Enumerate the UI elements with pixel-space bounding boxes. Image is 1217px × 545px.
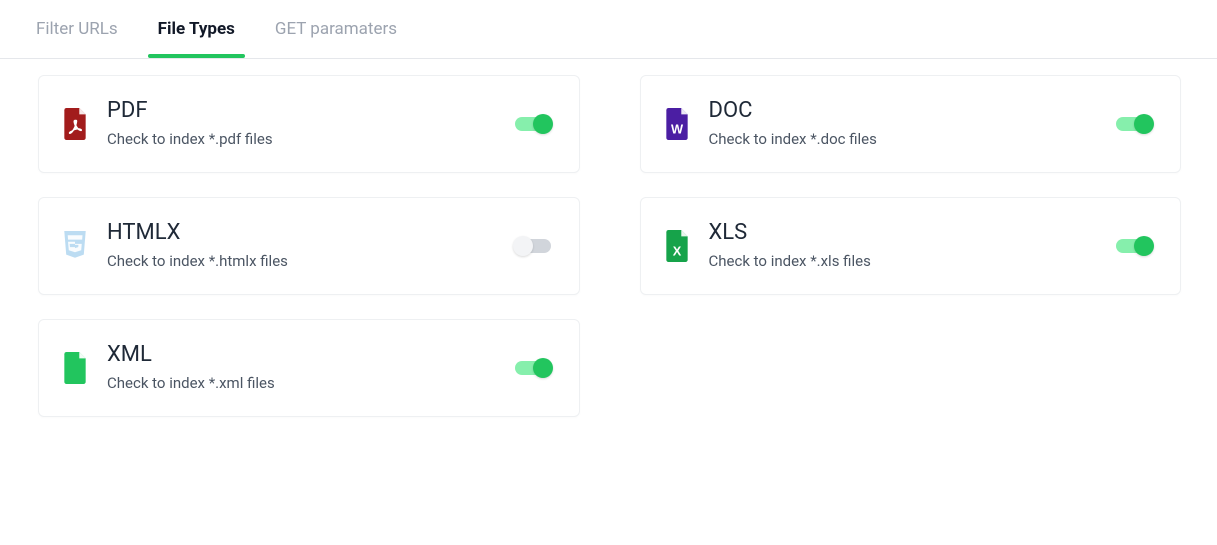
card-body: HTMLX Check to index *.htmlx files bbox=[107, 220, 515, 272]
toggle-xls[interactable] bbox=[1116, 239, 1152, 253]
card-body: XLS Check to index *.xls files bbox=[709, 220, 1117, 272]
card-htmlx: HTMLX Check to index *.htmlx files bbox=[38, 197, 580, 295]
card-desc: Check to index *.doc files bbox=[709, 130, 1117, 150]
tab-get-params[interactable]: GET paramaters bbox=[275, 1, 397, 57]
card-xls: X XLS Check to index *.xls files bbox=[640, 197, 1182, 295]
tab-file-types[interactable]: File Types bbox=[158, 1, 235, 57]
html5-icon bbox=[61, 230, 89, 262]
card-desc: Check to index *.pdf files bbox=[107, 130, 515, 150]
toggle-doc[interactable] bbox=[1116, 117, 1152, 131]
doc-icon: W bbox=[663, 108, 691, 140]
card-desc: Check to index *.xls files bbox=[709, 252, 1117, 272]
card-title: DOC bbox=[709, 98, 1117, 124]
svg-text:W: W bbox=[670, 122, 683, 137]
tab-filter-urls[interactable]: Filter URLs bbox=[36, 1, 118, 57]
card-title: XML bbox=[107, 342, 515, 368]
card-title: PDF bbox=[107, 98, 515, 124]
card-body: DOC Check to index *.doc files bbox=[709, 98, 1117, 150]
toggle-xml[interactable] bbox=[515, 361, 551, 375]
tabs-bar: Filter URLs File Types GET paramaters bbox=[0, 0, 1217, 59]
card-title: HTMLX bbox=[107, 220, 515, 246]
card-title: XLS bbox=[709, 220, 1117, 246]
xls-icon: X bbox=[663, 230, 691, 262]
toggle-htmlx[interactable] bbox=[515, 239, 551, 253]
card-pdf: PDF Check to index *.pdf files bbox=[38, 75, 580, 173]
card-desc: Check to index *.htmlx files bbox=[107, 252, 515, 272]
pdf-icon bbox=[61, 108, 89, 140]
svg-text:X: X bbox=[672, 243, 681, 258]
card-desc: Check to index *.xml files bbox=[107, 374, 515, 394]
card-xml: XML Check to index *.xml files bbox=[38, 319, 580, 417]
card-body: XML Check to index *.xml files bbox=[107, 342, 515, 394]
card-body: PDF Check to index *.pdf files bbox=[107, 98, 515, 150]
file-types-grid: PDF Check to index *.pdf files W DOC Che… bbox=[0, 59, 1217, 457]
xml-icon bbox=[61, 352, 89, 384]
toggle-pdf[interactable] bbox=[515, 117, 551, 131]
card-doc: W DOC Check to index *.doc files bbox=[640, 75, 1182, 173]
